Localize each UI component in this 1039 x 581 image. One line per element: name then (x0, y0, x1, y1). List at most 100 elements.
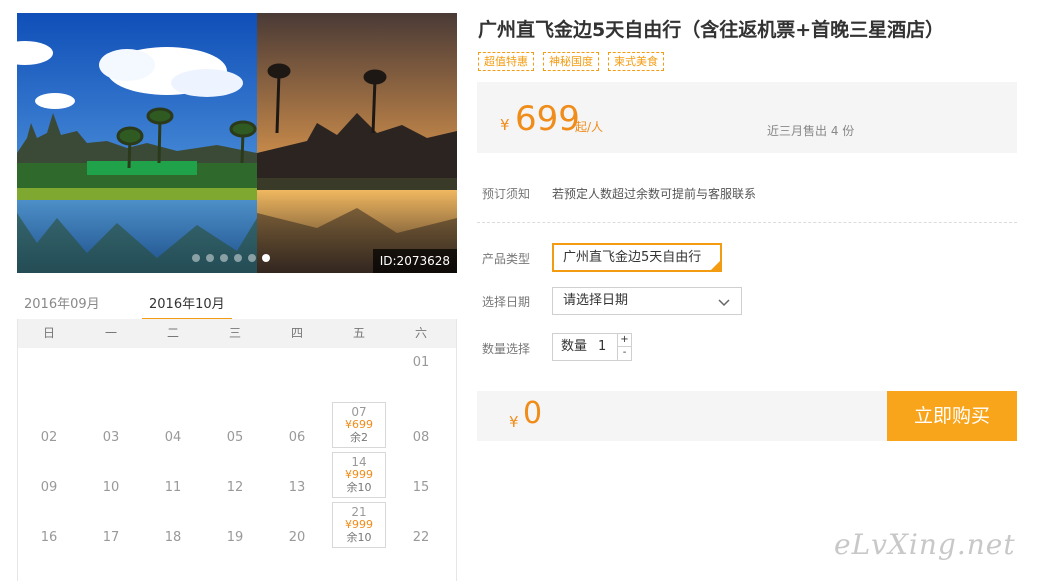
calendar-day-price: ¥999 (345, 468, 373, 481)
calendar-day-number: 19 (226, 530, 244, 545)
carousel-dot[interactable] (234, 254, 242, 262)
calendar-day-empty (204, 350, 266, 400)
calendar-day-number: 26 (204, 550, 266, 581)
calendar-day-number: 11 (164, 480, 182, 495)
calendar-day-number: 02 (40, 430, 58, 445)
calendar-day-remaining: 余10 (346, 481, 372, 494)
calendar-day-empty (80, 350, 142, 400)
calendar-day-number (142, 350, 204, 355)
carousel-dot[interactable] (206, 254, 214, 262)
calendar-day-price: ¥699 (345, 418, 373, 431)
calendar-day-number: 08 (412, 430, 430, 445)
quantity-value[interactable]: 1 (598, 334, 606, 360)
buy-now-button[interactable]: 立即购买 (887, 391, 1017, 441)
calendar-day: 27 (266, 550, 328, 581)
calendar-day-available[interactable]: 14 ¥999 余10 (332, 452, 386, 498)
calendar-day-number: 14 (351, 455, 367, 469)
date-select[interactable]: 请选择日期 (552, 287, 742, 315)
angkor-wat-photo (17, 13, 457, 273)
image-id-badge: ID:2073628 (372, 249, 457, 273)
calendar-day-number: 15 (412, 480, 430, 495)
carousel-dot[interactable] (220, 254, 228, 262)
calendar-day: 03 (80, 400, 142, 450)
date-label: 选择日期 (482, 295, 531, 309)
calendar-day: 26 (204, 550, 266, 581)
quantity-label: 数量选择 (482, 342, 531, 356)
quantity-decrease-button[interactable]: - (617, 347, 631, 360)
calendar-day-number: 27 (266, 550, 328, 581)
starting-price: 699 (515, 99, 580, 139)
calendar-day-number (80, 350, 142, 355)
calendar-weekday-header: 日 一 二 三 四 五 六 (18, 319, 456, 348)
calendar-day: 16 (18, 500, 80, 550)
date-select-placeholder: 请选择日期 (563, 293, 629, 308)
calendar-day-number: 09 (40, 480, 58, 495)
calendar-day-number: 16 (40, 530, 58, 545)
calendar-day: 08 (390, 400, 452, 450)
calendar-day: 10 (80, 450, 142, 500)
calendar-day: 15 (390, 450, 452, 500)
quantity-stepper: 数量 1 + - (552, 333, 632, 361)
carousel-dot[interactable] (248, 254, 256, 262)
calendar-day-remaining: 余10 (346, 531, 372, 544)
calendar-day: 02 (18, 400, 80, 450)
calendar-day-number (204, 350, 266, 355)
calendar-day: 18 (142, 500, 204, 550)
tag-badge: 神秘国度 (543, 52, 599, 71)
calendar-day-number: 03 (102, 430, 120, 445)
weekday-wed: 三 (228, 326, 241, 340)
weekday-fri: 五 (352, 326, 365, 340)
calendar-day-number: 22 (412, 530, 430, 545)
quantity-increase-button[interactable]: + (617, 334, 631, 347)
carousel-dots (192, 254, 270, 262)
tab-month-september[interactable]: 2016年09月 (24, 293, 100, 312)
calendar-day: 01 (390, 350, 452, 400)
calendar-day-number (328, 350, 390, 355)
chevron-down-icon (717, 293, 731, 319)
product-tags: 超值特惠 神秘国度 柬式美食 (478, 52, 664, 71)
calendar-day: 06 (266, 400, 328, 450)
booking-notice-text: 若预定人数超过余数可提前与客服联系 (552, 187, 757, 201)
carousel-dot-active[interactable] (262, 254, 270, 262)
price-box: ¥ 699 起/人 近三月售出 4 份 (477, 82, 1017, 153)
calendar-day: 29 (390, 550, 452, 581)
calendar-day: 19 (204, 500, 266, 550)
calendar-day: 25 (142, 550, 204, 581)
calendar-day-number: 18 (164, 530, 182, 545)
calendar-day-available[interactable]: 21 ¥999 余10 (332, 502, 386, 548)
calendar-day-available[interactable]: 07 ¥699 余2 (332, 402, 386, 448)
price-unit: 起/人 (575, 120, 604, 134)
product-type-option[interactable]: 广州直飞金边5天自由行 (552, 243, 722, 272)
calendar-day-empty (328, 350, 390, 400)
weekday-mon: 一 (104, 326, 117, 340)
calendar-day: 28 (328, 550, 390, 581)
price-calendar: 日 一 二 三 四 五 六 01 02 03 04 05 06 07 ¥699 余2 08 09 10… (17, 319, 457, 581)
tag-badge: 柬式美食 (608, 52, 664, 71)
calendar-day-number: 21 (351, 505, 367, 519)
booking-notice-label: 预订须知 (482, 187, 531, 201)
calendar-day-empty (142, 350, 204, 400)
total-price-box: ¥ 0 (477, 391, 887, 441)
calendar-day-number: 06 (288, 430, 306, 445)
calendar-day-empty (18, 350, 80, 400)
weekday-sun: 日 (42, 326, 55, 340)
weekday-thu: 四 (290, 326, 303, 340)
calendar-day-number (266, 350, 328, 355)
calendar-day: 17 (80, 500, 142, 550)
calendar-days: 01 02 03 04 05 06 07 ¥699 余2 08 09 10 11 12 13 14 ¥999 余1… (18, 348, 456, 581)
calendar-day: 24 (80, 550, 142, 581)
calendar-day-number: 04 (164, 430, 182, 445)
divider (477, 222, 1017, 223)
calendar-day: 20 (266, 500, 328, 550)
calendar-day: 23 (18, 550, 80, 581)
weekday-tue: 二 (166, 326, 179, 340)
calendar-day-number: 01 (412, 355, 430, 370)
tab-month-october[interactable]: 2016年10月 (149, 293, 225, 312)
sold-count: 近三月售出 4 份 (767, 124, 855, 138)
weekday-sat: 六 (414, 326, 427, 340)
product-image-gallery[interactable]: ID:2073628 (17, 13, 457, 273)
calendar-day-number: 13 (288, 480, 306, 495)
carousel-dot[interactable] (192, 254, 200, 262)
calendar-day-number: 20 (288, 530, 306, 545)
calendar-day: 12 (204, 450, 266, 500)
